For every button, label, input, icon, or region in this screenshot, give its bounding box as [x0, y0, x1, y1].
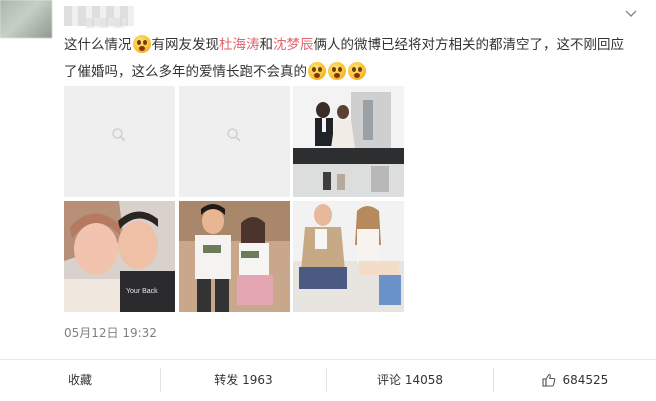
- couple-sofa-illustration: [293, 201, 404, 312]
- photo-couple-sofa[interactable]: [293, 201, 404, 312]
- wedding-scene-illustration: [293, 86, 404, 197]
- post-text-part1: 这什么情况: [64, 37, 132, 53]
- post-text-part3: 和: [259, 37, 274, 53]
- comment-label: 评论: [376, 373, 401, 387]
- couple-street-illustration: [179, 201, 290, 312]
- mention-link-1[interactable]: 杜海涛: [219, 37, 260, 53]
- image-placeholder[interactable]: [179, 86, 290, 197]
- username-blurred-detail: [86, 18, 126, 28]
- mention-link-2[interactable]: 沈梦辰: [273, 37, 314, 53]
- post-timestamp[interactable]: 05月12日 19:32: [64, 324, 157, 341]
- post-text: 这什么情况 有网友发现杜海涛和沈梦辰俩人的微博已经将对方相关的都清空了，这不刚回应…: [64, 32, 634, 86]
- thumbs-up-icon: [542, 373, 555, 387]
- avatar[interactable]: [0, 0, 52, 38]
- photo-couple-street[interactable]: [179, 201, 290, 312]
- repost-count: 1963: [242, 373, 273, 387]
- svg-text:Your Back: Your Back: [126, 288, 158, 295]
- shocked-face-emoji-icon: [348, 62, 366, 80]
- favorite-label: 收藏: [67, 373, 92, 387]
- picture-icon: [112, 128, 126, 142]
- comment-button[interactable]: 评论 14058: [327, 360, 493, 401]
- repost-label: 转发: [214, 373, 239, 387]
- like-count: 684525: [562, 373, 609, 387]
- comment-count: 14058: [404, 373, 444, 387]
- chevron-down-icon[interactable]: [625, 10, 637, 18]
- picture-icon: [227, 128, 241, 142]
- photo-wedding-scene[interactable]: [293, 86, 404, 197]
- photo-couple-selfie[interactable]: Your Back: [64, 201, 175, 312]
- shocked-face-emoji-icon: [308, 62, 326, 80]
- repost-button[interactable]: 转发 1963: [161, 360, 326, 401]
- post-text-part2: 有网友发现: [151, 37, 220, 53]
- like-button[interactable]: 684525: [494, 360, 656, 401]
- couple-selfie-illustration: Your Back: [64, 201, 175, 312]
- favorite-button[interactable]: 收藏: [0, 360, 160, 401]
- shocked-face-emoji-icon: [132, 35, 151, 53]
- image-placeholder[interactable]: [64, 86, 175, 197]
- action-bar: 收藏 转发 1963 评论 14058 684525: [0, 360, 656, 401]
- shocked-face-emoji-icon: [328, 62, 346, 80]
